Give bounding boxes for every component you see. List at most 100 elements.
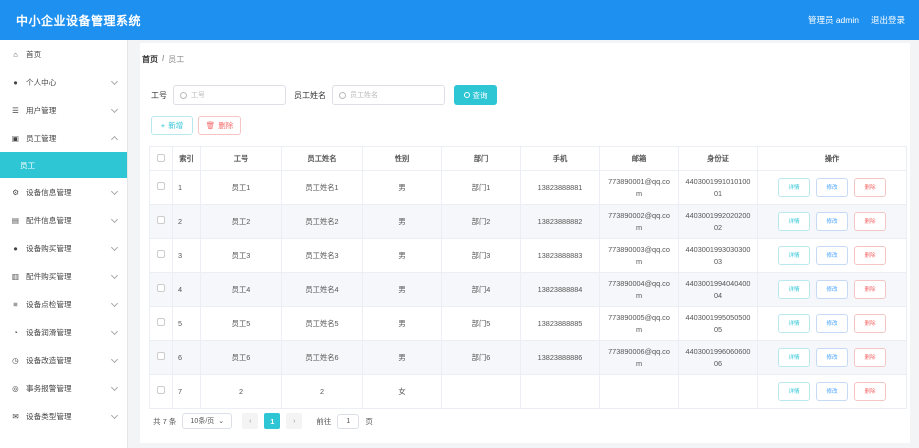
delete-button[interactable]: 删除 <box>854 246 886 265</box>
cell-employee-id: 员工1 <box>200 170 282 205</box>
email-line: m <box>635 324 643 334</box>
detail-button[interactable]: 详情 <box>778 246 810 265</box>
chevron-down-icon <box>110 271 119 280</box>
query-button-label: 查询 <box>472 90 488 100</box>
delete-button[interactable]: 删除 <box>854 178 886 197</box>
detail-button-label: 详情 <box>788 320 800 327</box>
employee-id-placeholder: 工号 <box>191 92 205 99</box>
operation-buttons: 详情 修改 删除 <box>760 314 904 333</box>
prev-page-button[interactable]: ‹ <box>242 413 259 429</box>
next-page-button[interactable]: › <box>286 413 303 429</box>
logout-link[interactable]: 退出登录 <box>871 14 905 26</box>
detail-button[interactable]: 详情 <box>778 314 810 333</box>
row-checkbox[interactable] <box>149 170 173 205</box>
cell-phone: 13823888886 <box>520 340 600 375</box>
home-icon: ⌂ <box>13 49 18 59</box>
sidebar-item-11[interactable]: ◔ 设备润滑管理 <box>0 318 127 346</box>
employee-name-label: 员工姓名 <box>294 90 326 100</box>
sidebar: ⌂ 首页 ● 个人中心 ☰ 用户管理 ▣ 员工管理 员工 ⚙ 设备信息管理 ▤ 配件信息管理 ● 设备购买管… <box>0 40 128 448</box>
sidebar-item-10[interactable]: ≡ 设备点检管理 <box>0 290 127 318</box>
employee-id-input[interactable]: 工号 <box>173 85 286 105</box>
cell-index: 7 <box>172 374 201 409</box>
edit-button[interactable]: 修改 <box>816 178 848 197</box>
edit-button[interactable]: 修改 <box>816 246 848 265</box>
edit-button-label: 修改 <box>826 218 838 225</box>
edit-button[interactable]: 修改 <box>816 382 848 401</box>
sidebar-item-8[interactable]: ● 设备购买管理 <box>0 234 127 262</box>
goto-label: 前往 <box>316 416 332 426</box>
delete-button[interactable]: 删除 <box>854 348 886 367</box>
cell-operations: 详情 修改 删除 <box>757 374 907 409</box>
chevron-down-icon <box>110 215 119 224</box>
cell-id-card: 4403001994040400 04 <box>678 272 758 307</box>
header-actions: 管理员 admin 退出登录 <box>808 14 905 26</box>
user-icon: ● <box>13 243 18 253</box>
query-button[interactable]: 查询 <box>454 85 497 105</box>
email-line: 773890006@qq.co <box>608 346 670 356</box>
sidebar-subitem-employee[interactable]: 员工 <box>0 152 127 178</box>
delete-button[interactable]: 删除 <box>854 314 886 333</box>
page-number-current[interactable]: 1 <box>264 413 281 429</box>
edit-button-label: 修改 <box>826 286 838 293</box>
chevron-down-icon <box>110 383 119 392</box>
sidebar-item-12[interactable]: ◷ 设备改造管理 <box>0 346 127 374</box>
sidebar-item-3[interactable]: ☰ 用户管理 <box>0 96 127 124</box>
operation-buttons: 详情 修改 删除 <box>760 348 904 367</box>
sidebar-item-2[interactable]: ● 个人中心 <box>0 68 127 96</box>
sidebar-item-7[interactable]: ▤ 配件信息管理 <box>0 206 127 234</box>
id-card-line: 05 <box>713 324 723 334</box>
detail-button[interactable]: 详情 <box>778 212 810 231</box>
sidebar-item-4[interactable]: ▣ 员工管理 <box>0 124 127 152</box>
detail-button[interactable]: 详情 <box>778 280 810 299</box>
goto-page-input[interactable]: 1 <box>337 413 360 429</box>
cell-department <box>441 374 521 409</box>
edit-button[interactable]: 修改 <box>816 212 848 231</box>
row-checkbox[interactable] <box>149 272 173 307</box>
page-size-select[interactable]: 10条/页 ⌄ <box>182 413 233 429</box>
row-checkbox[interactable] <box>149 204 173 239</box>
sidebar-item-13[interactable]: ◎ 事务报警管理 <box>0 374 127 402</box>
checkbox-icon <box>157 153 165 162</box>
row-checkbox[interactable] <box>149 340 173 375</box>
cell-index: 1 <box>172 170 201 205</box>
checkbox-icon <box>157 385 165 394</box>
delete-button[interactable]: 删除 <box>854 212 886 231</box>
chevron-down-icon <box>110 411 119 420</box>
sidebar-item-1[interactable]: ⌂ 首页 <box>0 40 127 68</box>
batch-delete-button[interactable]: 🗑 删除 <box>198 116 241 135</box>
edit-button[interactable]: 修改 <box>816 314 848 333</box>
table-row: 2 员工2 员工姓名2 男部门2 13823888882 773890002@qq.co m… <box>149 204 907 239</box>
top-header: 中小企业设备管理系统 管理员 admin 退出登录 <box>0 0 919 40</box>
delete-button[interactable]: 删除 <box>854 382 886 401</box>
breadcrumb-home[interactable]: 首页 <box>142 54 158 65</box>
sidebar-item-label: 个人中心 <box>26 77 57 87</box>
row-checkbox[interactable] <box>149 238 173 273</box>
row-checkbox[interactable] <box>149 374 173 409</box>
employee-name-input[interactable]: 员工姓名 <box>332 85 445 105</box>
add-button-label: 新增 <box>168 121 184 130</box>
edit-button[interactable]: 修改 <box>816 280 848 299</box>
email-line: 773890004@qq.co <box>608 278 670 288</box>
sidebar-item-9[interactable]: ▥ 配件购买管理 <box>0 262 127 290</box>
sidebar-item-label: 设备信息管理 <box>26 187 72 197</box>
delete-button[interactable]: 删除 <box>854 280 886 299</box>
id-card-line: 04 <box>713 290 723 300</box>
edit-button[interactable]: 修改 <box>816 348 848 367</box>
column-header: 性别 <box>362 146 442 171</box>
chevron-down-icon <box>110 77 119 86</box>
row-checkbox[interactable] <box>149 306 173 341</box>
mail-icon: ✉ <box>12 411 19 421</box>
sidebar-item-6[interactable]: ⚙ 设备信息管理 <box>0 178 127 206</box>
detail-button[interactable]: 详情 <box>778 178 810 197</box>
add-button[interactable]: + 新增 <box>151 116 193 135</box>
cell-department: 部门3 <box>441 238 521 273</box>
cell-operations: 详情 修改 删除 <box>757 204 907 239</box>
detail-button-label: 详情 <box>788 252 800 259</box>
sidebar-item-14[interactable]: ✉ 设备类型管理 <box>0 402 127 430</box>
select-all-checkbox[interactable] <box>149 146 173 171</box>
email-line: 773890002@qq.co <box>608 210 670 220</box>
detail-button[interactable]: 详情 <box>778 348 810 367</box>
cell-id-card: 4403001992020200 02 <box>678 204 758 239</box>
detail-button[interactable]: 详情 <box>778 382 810 401</box>
cell-gender: 男 <box>362 306 442 341</box>
